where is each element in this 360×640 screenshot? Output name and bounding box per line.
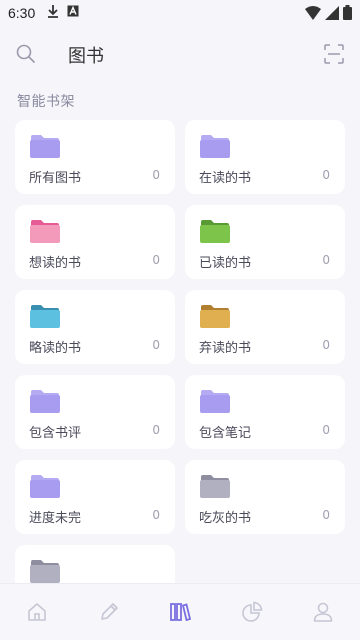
home-icon[interactable] bbox=[26, 601, 48, 623]
battery-icon bbox=[343, 5, 352, 24]
signal-icon bbox=[325, 5, 339, 24]
shelf-label: 包含书评 bbox=[29, 426, 82, 441]
shelf-count: 0 bbox=[152, 423, 160, 437]
folder-icon bbox=[29, 389, 61, 413]
shelf-label: 所有图书 bbox=[29, 171, 82, 186]
folder-icon bbox=[29, 134, 61, 158]
shelf-card-abandoned[interactable]: 弃读的书 0 bbox=[185, 290, 345, 364]
download-icon bbox=[47, 4, 59, 22]
shelf-card-reading[interactable]: 在读的书 0 bbox=[185, 120, 345, 194]
top-bar: 图书 bbox=[0, 36, 360, 72]
shelf-count: 0 bbox=[322, 253, 330, 267]
section-title: 智能书架 bbox=[17, 94, 75, 110]
shelf-count: 0 bbox=[152, 338, 160, 352]
pie-chart-icon[interactable] bbox=[241, 601, 263, 623]
folder-icon bbox=[199, 134, 231, 158]
folder-icon bbox=[199, 389, 231, 413]
wifi-icon bbox=[305, 5, 321, 24]
shelf-card-unfinished[interactable]: 进度未完 0 bbox=[15, 460, 175, 534]
shelf-count: 0 bbox=[152, 508, 160, 522]
shelf-count: 0 bbox=[152, 168, 160, 182]
shelf-label: 进度未完 bbox=[29, 511, 82, 526]
shelf-card-want[interactable]: 想读的书 0 bbox=[15, 205, 175, 279]
shelf-count: 0 bbox=[322, 423, 330, 437]
folder-icon bbox=[199, 304, 231, 328]
shelf-label: 已读的书 bbox=[199, 256, 252, 271]
folder-icon bbox=[29, 559, 61, 583]
shelf-card-notes[interactable]: 包含笔记 0 bbox=[185, 375, 345, 449]
folder-icon bbox=[29, 474, 61, 498]
shelf-card-reviews[interactable]: 包含书评 0 bbox=[15, 375, 175, 449]
shelf-card-all[interactable]: 所有图书 0 bbox=[15, 120, 175, 194]
books-icon[interactable] bbox=[169, 601, 192, 623]
folder-icon bbox=[199, 219, 231, 243]
status-indicators bbox=[305, 5, 352, 24]
folder-icon bbox=[29, 219, 61, 243]
shelf-count: 0 bbox=[322, 168, 330, 182]
shelf-card-skimmed[interactable]: 略读的书 0 bbox=[15, 290, 175, 364]
folder-icon bbox=[29, 304, 61, 328]
search-icon[interactable] bbox=[16, 44, 36, 64]
shelf-label: 弃读的书 bbox=[199, 341, 252, 356]
shelf-count: 0 bbox=[152, 253, 160, 267]
user-icon[interactable] bbox=[312, 601, 334, 623]
shelf-label: 吃灰的书 bbox=[199, 511, 252, 526]
status-time: 6:30 bbox=[8, 5, 36, 21]
shelf-label: 在读的书 bbox=[199, 171, 252, 186]
folder-icon bbox=[199, 474, 231, 498]
status-bar: 6:30 bbox=[0, 0, 360, 26]
pencil-icon[interactable] bbox=[98, 601, 120, 623]
shelf-card-read[interactable]: 已读的书 0 bbox=[185, 205, 345, 279]
shelf-count: 0 bbox=[322, 508, 330, 522]
app-notification-icon bbox=[67, 5, 79, 21]
shelf-count: 0 bbox=[322, 338, 330, 352]
page-title: 图书 bbox=[68, 46, 104, 67]
shelf-label: 想读的书 bbox=[29, 256, 82, 271]
shelf-label: 略读的书 bbox=[29, 341, 82, 356]
shelf-label: 包含笔记 bbox=[199, 426, 252, 441]
bottom-nav bbox=[0, 583, 360, 640]
scan-icon[interactable] bbox=[324, 44, 344, 64]
shelf-card-dusty[interactable]: 吃灰的书 0 bbox=[185, 460, 345, 534]
